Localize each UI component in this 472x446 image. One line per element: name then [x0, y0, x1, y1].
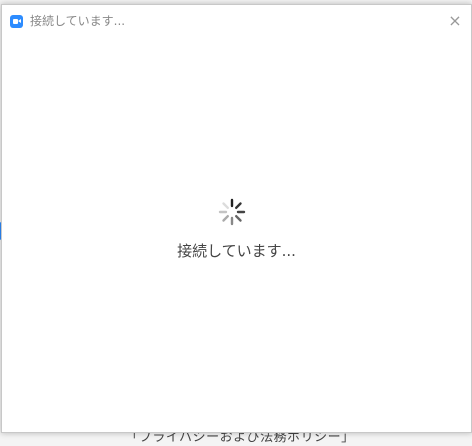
connecting-status: 接続しています...: [177, 242, 296, 260]
zoom-camera-icon: [10, 15, 23, 28]
connecting-dialog: 接続しています... × 接続しています...: [1, 4, 472, 433]
window-title: 接続しています...: [30, 14, 126, 28]
close-button[interactable]: ×: [445, 11, 465, 31]
titlebar: 接続しています... ×: [2, 5, 471, 37]
loading-spinner-icon: [218, 198, 246, 226]
close-icon: ×: [448, 11, 462, 30]
